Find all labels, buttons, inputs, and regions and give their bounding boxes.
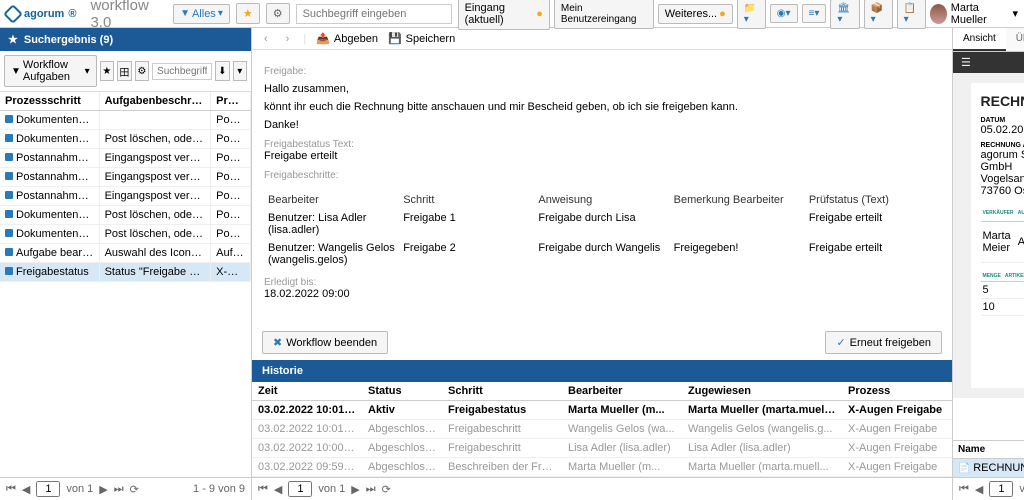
step-row: Benutzer: Lisa Adler (lisa.adler)Freigab… bbox=[264, 209, 940, 239]
tb-m4[interactable]: 🏛▾ bbox=[830, 0, 859, 29]
filter-workflow[interactable]: ▼ Workflow Aufgaben ▾ bbox=[4, 55, 97, 87]
user-avatar[interactable] bbox=[930, 4, 947, 24]
step-row: Benutzer: Wangelis Gelos (wangelis.gelos… bbox=[264, 239, 940, 269]
pdf-viewer: RECHNUNG DATUM05.02.2022 RECHNUNGSNR.RE9… bbox=[953, 73, 1024, 398]
filter-alles[interactable]: ▼ Alles ▾ bbox=[173, 4, 230, 24]
right-panel: Ansicht Übersicht Vorschau Objektinfo No… bbox=[953, 28, 1024, 500]
left-toolbar: ▼ Workflow Aufgaben ▾ ★ 田 ⚙ ⬇ ▾ bbox=[0, 51, 251, 92]
product-title: workflow 3.0 bbox=[90, 0, 167, 31]
grid-btn[interactable]: 田 bbox=[117, 61, 131, 81]
weiteres-btn[interactable]: Weiteres... ● bbox=[658, 4, 733, 24]
right-tabs: Ansicht Übersicht Vorschau Objektinfo No… bbox=[953, 28, 1024, 52]
tab-uebersicht[interactable]: Übersicht bbox=[1006, 28, 1024, 51]
settings-button[interactable]: ⚙ bbox=[266, 3, 290, 24]
last-icon[interactable]: ⏭ bbox=[114, 483, 124, 496]
menu-icon[interactable]: ☰ bbox=[961, 56, 971, 69]
pdf-toolbar: ☰ 1/1 | −+ ⛶⟲ ⬇🖨⋮ bbox=[953, 52, 1024, 73]
action-bar: ✖Workflow beenden ✓Erneut freigeben bbox=[252, 325, 952, 360]
workflow-end-btn[interactable]: ✖Workflow beenden bbox=[262, 331, 388, 354]
task-row[interactable]: Postannahme MarketingEingangspost verarb… bbox=[0, 149, 251, 168]
right-pager: ⏮◀ von 1 ▶⏭⟳ 1 - 1 von 1 bbox=[953, 477, 1024, 500]
top-bar: agorum® workflow 3.0 ▼ Alles ▾ ★ ⚙ Einga… bbox=[0, 0, 1024, 28]
grid-header: Prozessschritt Aufgabenbeschreibung Proz… bbox=[0, 92, 251, 111]
tb-m2[interactable]: ◉▾ bbox=[770, 4, 798, 23]
history-row[interactable]: 03.02.2022 10:00:45AbgeschlossenFreigabe… bbox=[252, 439, 952, 458]
gear-btn[interactable]: ⚙ bbox=[135, 61, 149, 81]
brand-logo[interactable]: agorum® bbox=[6, 7, 76, 21]
task-row[interactable]: Postannahme KundenberatungEingangspost v… bbox=[0, 187, 251, 206]
erneut-freigeben-btn[interactable]: ✓Erneut freigeben bbox=[825, 331, 942, 354]
abgeben-btn[interactable]: 📤 Abgeben bbox=[316, 32, 378, 45]
file-row[interactable]: 📄 RECHNUNG - Farbenfr...Marta MuellerMar… bbox=[953, 459, 1024, 477]
tab-ansicht[interactable]: Ansicht bbox=[953, 28, 1006, 51]
refresh-icon[interactable]: ⟳ bbox=[130, 483, 139, 496]
tb-m6[interactable]: 📋▾ bbox=[897, 0, 926, 29]
history-row[interactable]: 03.02.2022 10:01:40AbgeschlossenFreigabe… bbox=[252, 420, 952, 439]
next-icon[interactable]: ▶ bbox=[99, 483, 107, 496]
steps-header: BearbeiterSchrittAnweisungBemerkung Bear… bbox=[264, 191, 940, 209]
center-panel: ‹ › | 📤 Abgeben 💾 Speichern Freigabe: Ha… bbox=[252, 28, 953, 500]
gear-icon: ⚙ bbox=[273, 7, 283, 20]
history-row[interactable]: 03.02.2022 09:59:39AbgeschlossenBeschrei… bbox=[252, 458, 952, 477]
eingang-btn[interactable]: Eingang (aktuell) ● bbox=[458, 0, 550, 30]
center-pager: ⏮◀ von 1 ▶⏭⟳ bbox=[252, 477, 952, 500]
user-name[interactable]: Marta Mueller bbox=[951, 2, 1009, 26]
task-row[interactable]: Aufgabe bearbeitenAuswahl des Icons für … bbox=[0, 244, 251, 263]
first-icon[interactable]: ⏮ bbox=[6, 483, 16, 496]
history-row[interactable]: 03.02.2022 10:01:41AktivFreigabestatusMa… bbox=[252, 401, 952, 420]
star-button[interactable]: ★ bbox=[236, 3, 260, 24]
center-toolbar: ‹ › | 📤 Abgeben 💾 Speichern bbox=[252, 28, 952, 50]
prev-icon[interactable]: ◀ bbox=[22, 483, 30, 496]
task-row[interactable]: DokumentensichtungPost löschen, oder wei… bbox=[0, 225, 251, 244]
file-grid: NameBesitzerZuletzt geändert durLetzte Ä… bbox=[953, 440, 1024, 477]
form-area: Freigabe: Hallo zusammen, könnt ihr euch… bbox=[252, 50, 952, 325]
task-row[interactable]: DokumentensichtungPosteingang bbox=[0, 111, 251, 130]
left-pager: ⏮◀ von 1 ▶⏭ ⟳ 1 - 9 von 9 bbox=[0, 477, 251, 500]
more-btn[interactable]: ▾ bbox=[233, 61, 247, 81]
grid-body: DokumentensichtungPosteingangDokumentens… bbox=[0, 111, 251, 282]
star-filter[interactable]: ★ bbox=[100, 61, 114, 81]
tb-m5[interactable]: 📦▾ bbox=[864, 0, 893, 29]
tb-m1[interactable]: 📁▾ bbox=[737, 0, 766, 29]
mein-btn[interactable]: Mein Benutzereingang bbox=[554, 0, 654, 29]
task-row[interactable]: DokumentensichtungPost löschen, oder wei… bbox=[0, 206, 251, 225]
global-search-input[interactable] bbox=[296, 4, 452, 24]
left-search-input[interactable] bbox=[152, 63, 212, 80]
search-results-header: ★ Suchergebnis (9) bbox=[0, 28, 251, 51]
logo-icon bbox=[3, 4, 23, 24]
historie-header: Historie bbox=[252, 360, 952, 382]
task-row[interactable]: Postannahme MarketingEingangspost verarb… bbox=[0, 168, 251, 187]
invoice-doc: RECHNUNG DATUM05.02.2022 RECHNUNGSNR.RE9… bbox=[971, 83, 1024, 388]
task-row[interactable]: DokumentensichtungPost löschen, oder wei… bbox=[0, 130, 251, 149]
speichern-btn[interactable]: 💾 Speichern bbox=[388, 32, 455, 45]
back-icon[interactable]: ‹ bbox=[260, 33, 272, 45]
fwd-icon[interactable]: › bbox=[282, 33, 294, 45]
star-icon: ★ bbox=[243, 7, 253, 20]
task-row[interactable]: FreigabestatusStatus "Freigabe erteilt"X… bbox=[0, 263, 251, 282]
historie-cols: ZeitStatusSchrittBearbeiterZugewiesenPro… bbox=[252, 382, 952, 401]
dl-btn[interactable]: ⬇ bbox=[215, 61, 229, 81]
page-input[interactable] bbox=[36, 481, 60, 497]
tb-m3[interactable]: ≡▾ bbox=[802, 4, 827, 23]
left-panel: ★ Suchergebnis (9) ▼ Workflow Aufgaben ▾… bbox=[0, 28, 252, 500]
